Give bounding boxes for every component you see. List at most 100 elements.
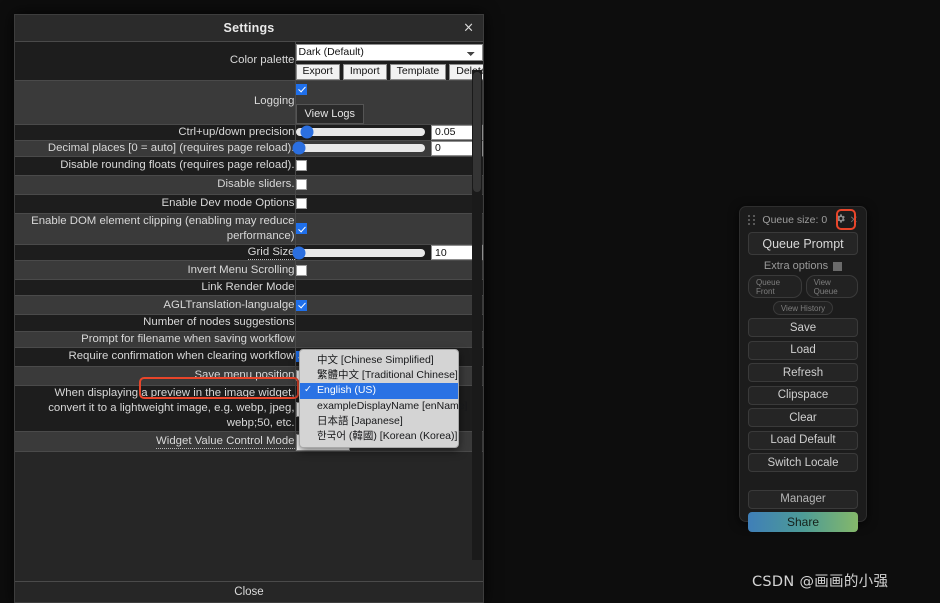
disable-sliders-checkbox[interactable] <box>295 179 307 191</box>
settings-row-dev-mode: Enable Dev mode Options <box>15 194 483 214</box>
settings-row-prompt-filename: Prompt for filename when saving workflow <box>15 331 483 348</box>
language-option-japanese[interactable]: 日本語 [Japanese] <box>300 414 458 429</box>
color-palette-select[interactable]: Dark (Default) <box>295 43 483 61</box>
ctrl-precision-slider[interactable] <box>295 125 425 139</box>
settings-row-label: Decimal places [0 = auto] (requires page… <box>15 140 296 157</box>
language-option-korean[interactable]: 한국어 (韓國) [Korean (Korea)] <box>300 429 458 444</box>
settings-row-control <box>295 156 483 176</box>
slider-knob[interactable] <box>300 125 314 139</box>
logging-checkbox[interactable] <box>295 83 307 95</box>
drag-handle-icon[interactable] <box>748 214 755 226</box>
settings-row-link-render-mode: Link Render Mode <box>15 279 483 297</box>
settings-row-grid-size: Grid Size <box>15 244 483 262</box>
menu-topbar: Queue size: 0 ✕ <box>748 213 858 227</box>
settings-row-label: AGLTranslation-langualge <box>15 295 296 316</box>
manager-button[interactable]: Manager <box>748 489 858 509</box>
decimal-places-slider[interactable] <box>292 141 425 155</box>
page-title: Settings <box>223 21 275 35</box>
extra-options-checkbox[interactable] <box>833 261 843 271</box>
settings-row-label: Link Render Mode <box>15 279 296 297</box>
settings-row-invert-menu-scrolling: Invert Menu Scrolling <box>15 260 483 281</box>
settings-row-label: Disable sliders. <box>15 175 296 195</box>
invert-menu-scrolling-checkbox[interactable] <box>295 264 307 276</box>
settings-scrollbar[interactable] <box>472 70 482 560</box>
settings-row-control <box>295 124 483 141</box>
disable-rounding-floats-checkbox[interactable] <box>295 160 307 172</box>
load-button[interactable]: Load <box>748 340 858 360</box>
settings-row-color-palette: Color palette Dark (Default) Export Impo… <box>15 42 483 81</box>
gear-icon[interactable] <box>835 213 846 227</box>
close-button[interactable]: Close <box>15 582 483 602</box>
export-button[interactable]: Export <box>295 63 340 80</box>
queue-pill-row: Queue Front View Queue <box>748 275 858 298</box>
settings-dialog-header: Settings × <box>15 15 483 42</box>
settings-row-ctrl-precision: Ctrl+up/down precision <box>15 124 483 141</box>
language-option-example-display-name[interactable]: exampleDisplayName [enName] <box>300 399 468 414</box>
settings-row-label: When displaying a preview in the image w… <box>15 385 296 433</box>
settings-row-label: Prompt for filename when saving workflow <box>15 331 296 348</box>
settings-row-control[interactable] <box>295 314 483 332</box>
widget-value-control-mode-label: Widget Value Control Mode <box>156 434 295 449</box>
close-icon[interactable]: × <box>463 22 474 35</box>
grid-size-label: Grid Size <box>247 246 295 261</box>
agl-translation-checkbox[interactable] <box>295 299 307 311</box>
settings-row-disable-rounding-floats: Disable rounding floats (requires page r… <box>15 156 483 176</box>
language-option-traditional-chinese[interactable]: 繁體中文 [Traditional Chinese] <box>300 368 458 383</box>
view-history-button[interactable]: View History <box>772 301 834 315</box>
queue-front-button[interactable]: Queue Front <box>748 275 802 298</box>
color-palette-buttons: Export Import Template Delete <box>295 63 483 80</box>
dev-mode-checkbox[interactable] <box>295 198 307 210</box>
settings-row-control[interactable] <box>295 331 483 348</box>
grid-size-slider[interactable] <box>292 246 425 260</box>
settings-row-label: Save menu position <box>15 366 296 386</box>
settings-row-logging: Logging View Logs <box>15 80 483 125</box>
settings-row-control <box>295 295 483 316</box>
settings-row-decimal-places: Decimal places [0 = auto] (requires page… <box>15 140 483 157</box>
settings-row-control <box>292 140 483 157</box>
settings-row-control[interactable] <box>295 279 483 297</box>
refresh-button[interactable]: Refresh <box>748 363 858 382</box>
language-dropdown-popup[interactable]: 中文 [Chinese Simplified] 繁體中文 [Traditiona… <box>299 349 468 449</box>
settings-row-label: Enable Dev mode Options <box>15 194 296 214</box>
settings-row-label: Widget Value Control Mode <box>15 431 296 452</box>
switch-locale-button[interactable]: Switch Locale <box>748 453 858 472</box>
load-default-button[interactable]: Load Default <box>748 430 858 450</box>
clear-button[interactable]: Clear <box>748 408 858 427</box>
extra-options-label: Extra options <box>763 260 829 272</box>
scrollbar-thumb[interactable] <box>473 72 481 192</box>
view-queue-button[interactable]: View Queue <box>805 275 858 298</box>
slider-knob[interactable] <box>292 141 306 155</box>
menu-close-icon[interactable]: ✕ <box>850 215 858 226</box>
queue-prompt-button[interactable]: Queue Prompt <box>748 232 858 255</box>
view-logs-button[interactable]: View Logs <box>295 103 365 124</box>
watermark-text: CSDN @画画的小强 <box>752 574 889 590</box>
settings-row-node-suggestions: Number of nodes suggestions <box>15 314 483 332</box>
settings-row-control <box>292 244 483 262</box>
slider-knob[interactable] <box>292 246 306 260</box>
settings-row-disable-sliders: Disable sliders. <box>15 175 483 195</box>
settings-row-dom-clipping: Enable DOM element clipping (enabling ma… <box>15 213 483 246</box>
dom-clipping-checkbox[interactable] <box>295 223 307 235</box>
settings-row-label: Ctrl+up/down precision <box>15 124 296 141</box>
import-button[interactable]: Import <box>342 63 387 80</box>
settings-row-control <box>295 194 483 214</box>
settings-row-label: Color palette <box>15 42 296 81</box>
language-option-chinese-simplified[interactable]: 中文 [Chinese Simplified] <box>300 353 458 368</box>
save-button[interactable]: Save <box>748 318 858 337</box>
screen-root: Settings × Color palette Dark (Default) <box>0 0 940 603</box>
settings-scroll-area[interactable]: Color palette Dark (Default) Export Impo… <box>15 42 483 581</box>
share-button[interactable]: Share <box>748 512 858 532</box>
settings-row-control: Dark (Default) Export Import Template De… <box>295 42 483 81</box>
settings-row-control <box>295 260 483 281</box>
settings-row-agl-translation-language: AGLTranslation-langualge <box>15 295 483 316</box>
language-option-english-us[interactable]: English (US) <box>300 383 458 399</box>
settings-row-label: Grid Size <box>15 244 296 262</box>
template-button[interactable]: Template <box>389 63 447 80</box>
settings-row-label: Invert Menu Scrolling <box>15 260 296 281</box>
settings-row-label: Enable DOM element clipping (enabling ma… <box>15 213 296 246</box>
settings-dialog: Settings × Color palette Dark (Default) <box>14 14 484 603</box>
settings-row-control: View Logs <box>295 80 483 125</box>
settings-row-label: Logging <box>15 80 296 125</box>
extra-options-row: Extra options <box>748 260 858 272</box>
clipspace-button[interactable]: Clipspace <box>748 385 858 405</box>
